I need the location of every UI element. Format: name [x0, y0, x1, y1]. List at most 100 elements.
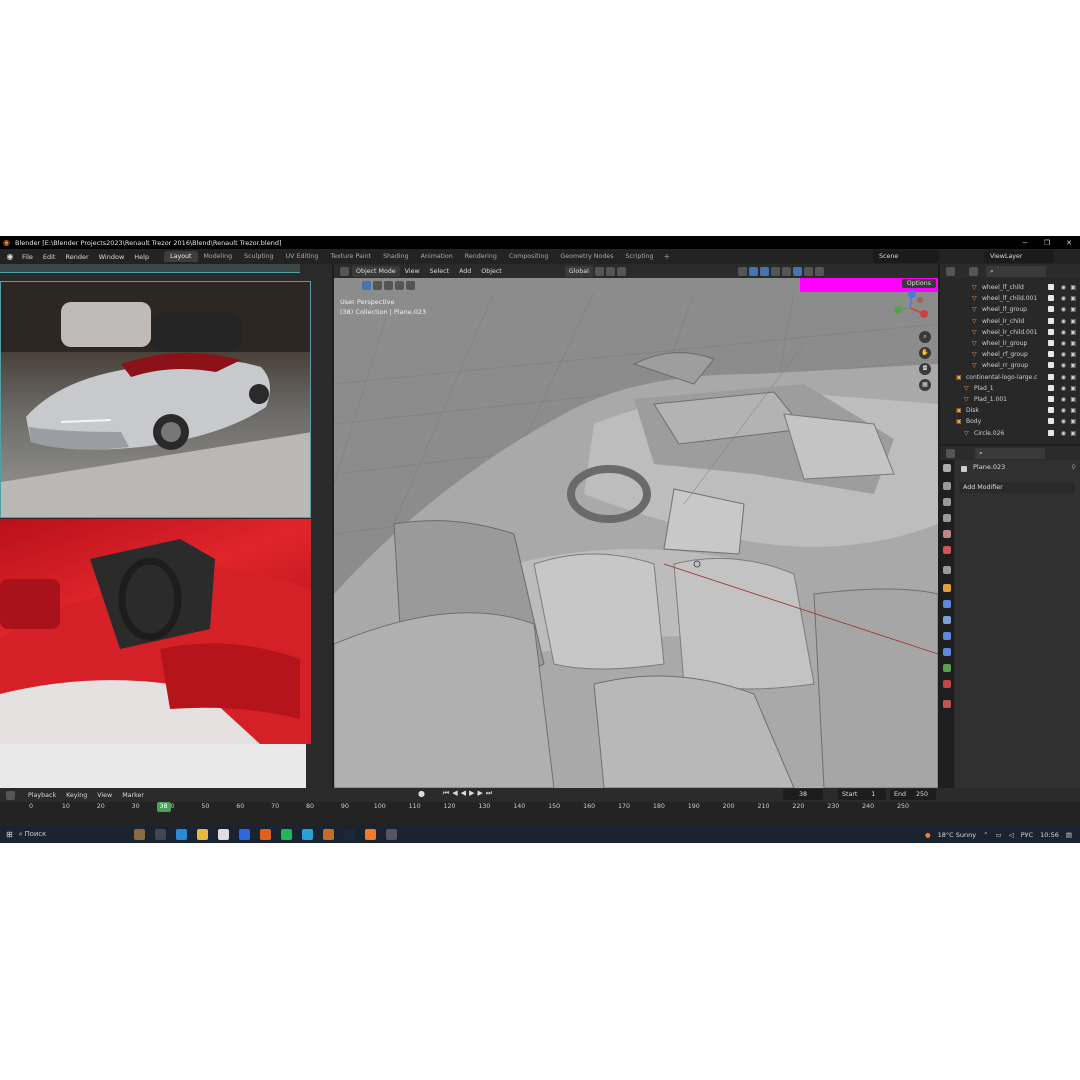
modifier-wrench-icon[interactable] [943, 600, 951, 608]
overlay-icon[interactable] [759, 266, 769, 276]
eye-icon[interactable]: ◉ [1061, 360, 1066, 371]
render-camera-icon[interactable]: ▣ [1070, 383, 1076, 394]
collection-tab-icon[interactable] [943, 566, 951, 574]
keyboard-language[interactable]: РУС [1021, 831, 1033, 839]
viewport-menu-add[interactable]: Add [454, 268, 476, 275]
exclude-checkbox[interactable] [1048, 407, 1054, 414]
render-camera-icon[interactable]: ▣ [1070, 360, 1076, 371]
gizmo-icon[interactable] [748, 266, 758, 276]
view-layer-selector[interactable]: ViewLayer [984, 250, 1054, 263]
eye-icon[interactable]: ◉ [1061, 428, 1066, 439]
tab-geometry-nodes[interactable]: Geometry Nodes [554, 251, 619, 262]
proportional-edit-icon[interactable] [616, 266, 626, 276]
render-camera-icon[interactable]: ▣ [1070, 304, 1076, 315]
eye-icon[interactable]: ◉ [1061, 293, 1066, 304]
eye-icon[interactable]: ◉ [1061, 416, 1066, 427]
eye-icon[interactable]: ◉ [1061, 327, 1066, 338]
exclude-checkbox[interactable] [1048, 351, 1054, 358]
material-shading-icon[interactable] [803, 266, 813, 276]
snap-icon[interactable] [605, 266, 615, 276]
taskbar-search[interactable]: ⌕ Поиск [19, 830, 129, 839]
outliner-row[interactable]: ▽ wheel_rr_group ◉ ▣ [940, 360, 1080, 371]
solid-shading-icon[interactable] [792, 266, 802, 276]
outliner-row[interactable]: ▽ wheel_lr_group ◉ ▣ [940, 338, 1080, 349]
rendered-shading-icon[interactable] [814, 266, 824, 276]
exclude-checkbox[interactable] [1048, 384, 1054, 391]
render-camera-icon[interactable]: ▣ [1070, 327, 1076, 338]
spotify-icon[interactable] [280, 829, 292, 840]
taskbar-widget-icon[interactable] [133, 829, 145, 840]
eye-icon[interactable]: ◉ [1061, 349, 1066, 360]
select-intersect-icon[interactable] [406, 280, 415, 290]
network-icon[interactable]: ▭ [996, 831, 1002, 839]
firefox-icon[interactable] [259, 829, 271, 840]
tab-modeling[interactable]: Modeling [198, 251, 239, 262]
tab-sculpting[interactable]: Sculpting [238, 251, 279, 262]
outliner-row[interactable]: ▽ Circle.026 ◉ ▣ [940, 428, 1080, 439]
display-mode-icon[interactable] [969, 266, 978, 276]
world-tab-icon[interactable] [943, 546, 951, 554]
exclude-checkbox[interactable] [1048, 306, 1054, 313]
outliner-panel[interactable]: ⌕ ▽ wheel_lf_child ◉ ▣ ▽ wheel_lf_child.001 ◉ ▣… [940, 264, 1080, 444]
outliner-row[interactable]: ▽ Plad_1 ◉ ▣ [940, 383, 1080, 394]
pin-icon[interactable]: ⚲ [1071, 463, 1076, 471]
app-icon[interactable] [322, 829, 334, 840]
properties-search-icon[interactable]: ⌕ [975, 447, 1045, 459]
tab-animation[interactable]: Animation [415, 251, 459, 262]
exclude-checkbox[interactable] [1048, 429, 1054, 436]
view-layer-tab-icon[interactable] [943, 514, 951, 522]
tab-compositing[interactable]: Compositing [503, 251, 554, 262]
editor-type-icon[interactable] [340, 266, 349, 276]
options-button[interactable]: Options [901, 279, 936, 288]
select-invert-icon[interactable] [395, 280, 404, 290]
timeline-menu-marker[interactable]: Marker [117, 792, 149, 799]
blender-menu-icon[interactable]: ◉ [3, 252, 17, 261]
tab-texture-paint[interactable]: Texture Paint [324, 251, 377, 262]
timeline-editor-icon[interactable] [6, 790, 15, 800]
weather-text[interactable]: 18°C Sunny [938, 831, 976, 839]
close-button[interactable]: ✕ [1058, 239, 1080, 247]
exclude-checkbox[interactable] [1048, 396, 1054, 402]
eye-icon[interactable]: ◉ [1061, 383, 1066, 394]
obs-icon[interactable] [385, 829, 397, 840]
material-tab-icon[interactable] [943, 680, 951, 688]
timeline-ruler[interactable]: 0102030405060708090100110120130140150160… [0, 803, 940, 813]
outliner-row[interactable]: ▽ wheel_lr_child ◉ ▣ [940, 316, 1080, 327]
visibility-icon[interactable] [737, 266, 747, 276]
file-explorer-icon[interactable] [196, 829, 208, 840]
render-camera-icon[interactable]: ▣ [1070, 282, 1076, 293]
viewport-menu-select[interactable]: Select [425, 268, 454, 275]
current-frame-marker[interactable]: 38 [156, 802, 171, 812]
outliner-search-icon[interactable]: ⌕ [986, 265, 1046, 277]
viewport-menu-object[interactable]: Object [476, 268, 507, 275]
store-icon[interactable] [217, 829, 229, 840]
render-tab-icon[interactable] [943, 482, 951, 490]
tab-rendering[interactable]: Rendering [459, 251, 503, 262]
telegram-icon[interactable] [301, 829, 313, 840]
tab-uv-editing[interactable]: UV Editing [280, 251, 325, 262]
start-frame-field[interactable]: Start 1 [838, 789, 886, 800]
properties-editor-icon[interactable] [946, 448, 955, 458]
outliner-row[interactable]: ▽ wheel_lf_group ◉ ▣ [940, 304, 1080, 315]
eye-icon[interactable]: ◉ [1061, 282, 1066, 293]
viewport-menu-view[interactable]: View [400, 268, 425, 275]
exclude-checkbox[interactable] [1048, 295, 1054, 302]
volume-icon[interactable]: ◁ [1009, 831, 1014, 839]
tool-tab-icon[interactable] [943, 464, 951, 472]
object-tab-icon[interactable] [943, 584, 951, 592]
add-workspace-icon[interactable]: + [660, 252, 675, 261]
menu-file[interactable]: File [17, 253, 38, 261]
tab-shading[interactable]: Shading [377, 251, 415, 262]
texture-tab-icon[interactable] [943, 700, 951, 708]
outliner-row[interactable]: ▣ Body ◉ ▣ [940, 416, 1080, 427]
mail-icon[interactable] [238, 829, 250, 840]
select-box-icon[interactable] [362, 280, 371, 290]
wireframe-shading-icon[interactable] [781, 266, 791, 276]
eye-icon[interactable]: ◉ [1061, 338, 1066, 349]
xray-icon[interactable] [770, 266, 780, 276]
outliner-row[interactable]: ▣ continental-logo-large.c ◉ ▣ [940, 372, 1080, 383]
scene-tab-icon[interactable] [943, 530, 951, 538]
render-camera-icon[interactable]: ▣ [1070, 349, 1076, 360]
select-extend-icon[interactable] [373, 280, 382, 290]
select-subtract-icon[interactable] [384, 280, 393, 290]
